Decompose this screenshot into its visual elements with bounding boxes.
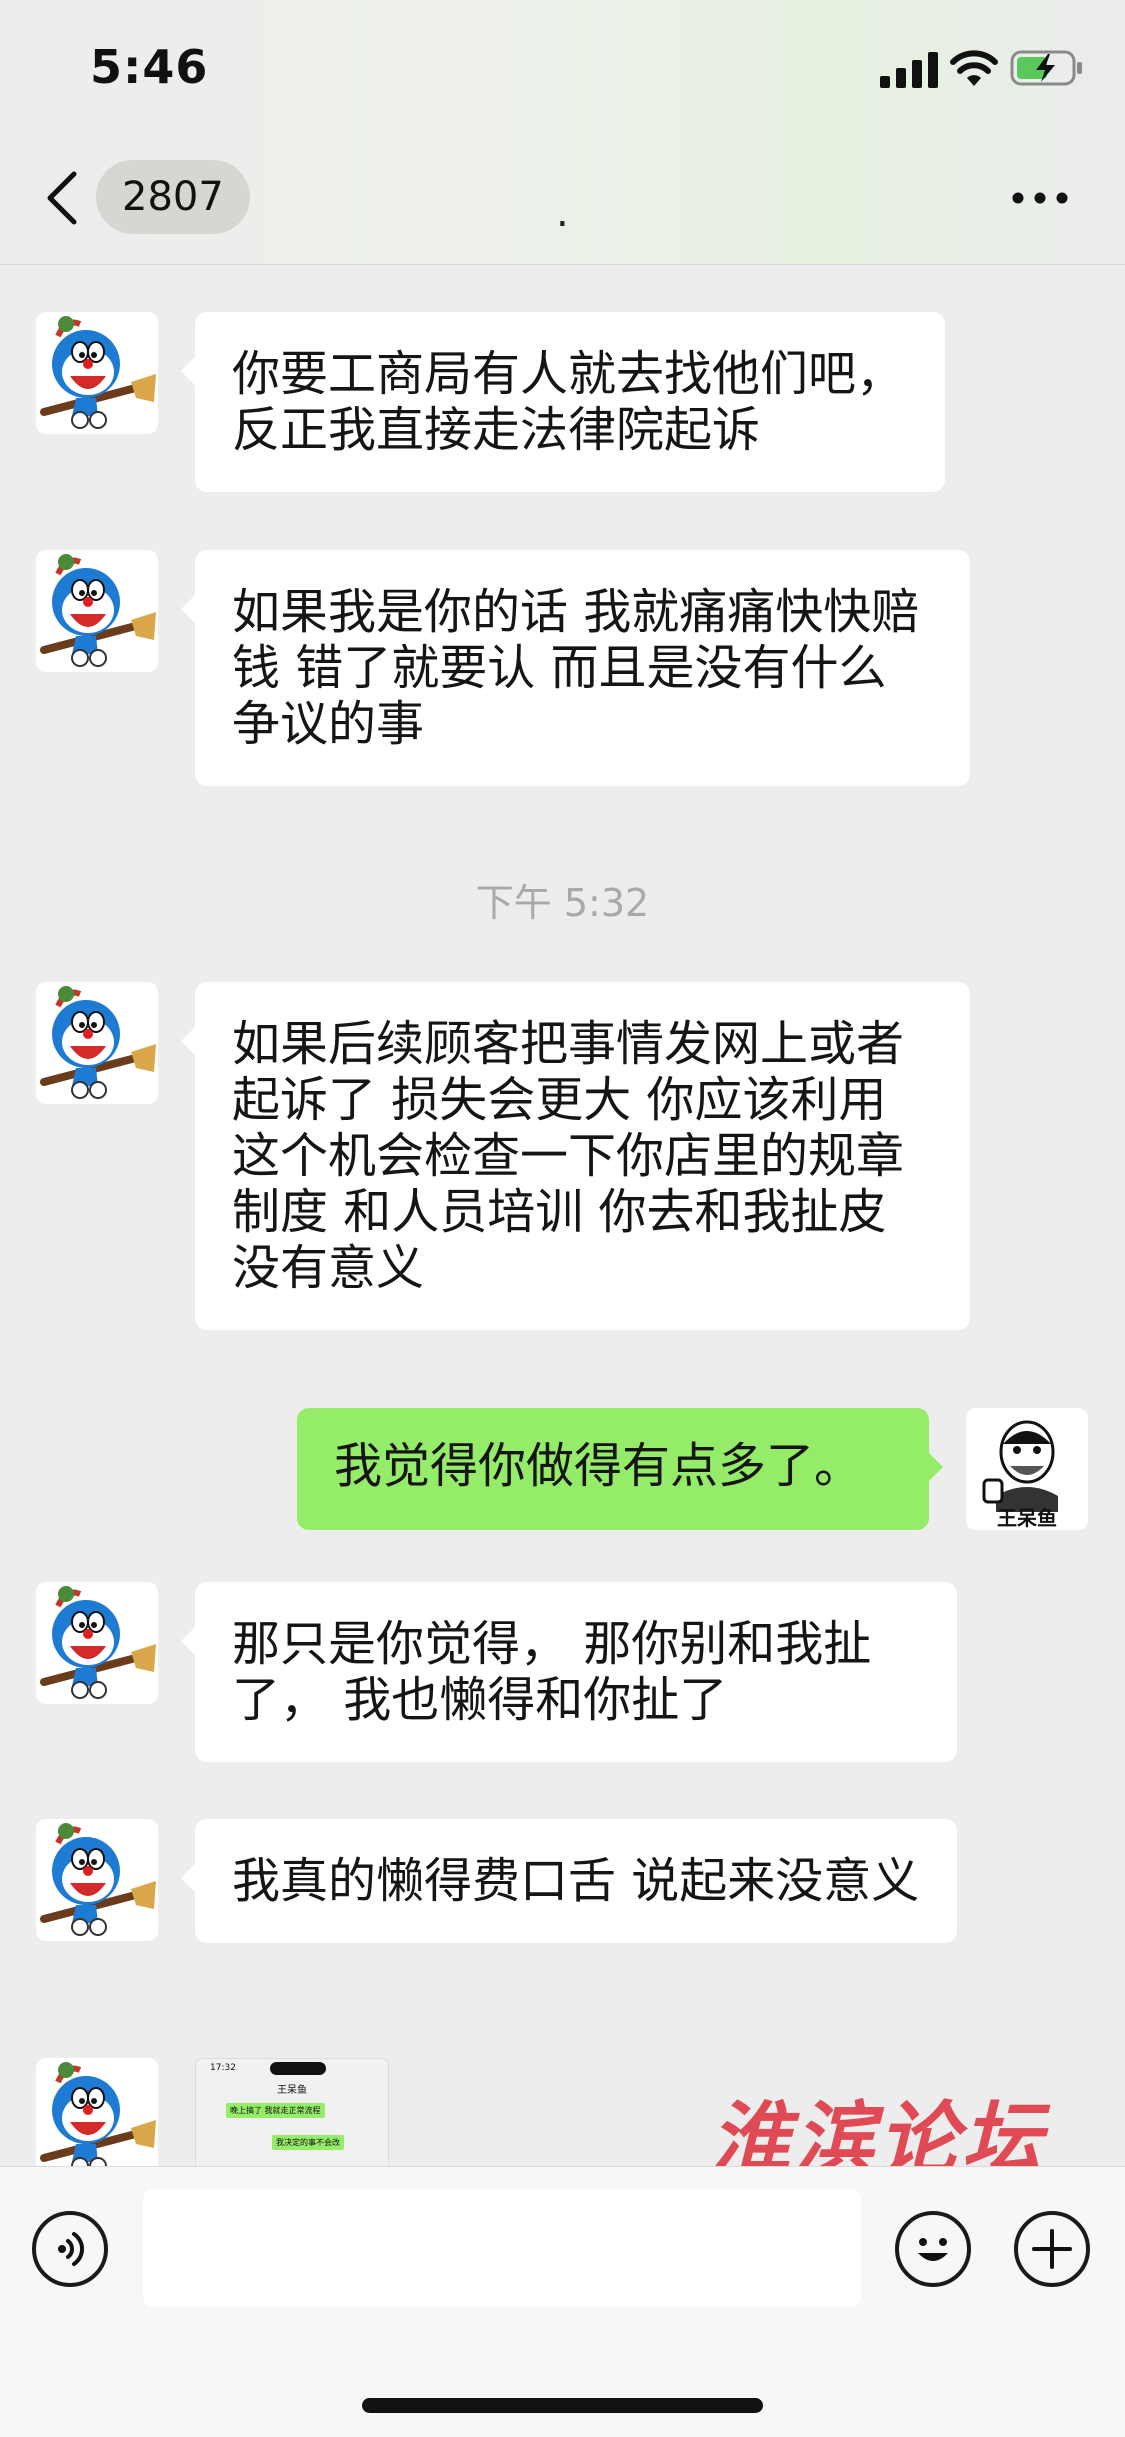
message-bubble: 如果我是你的话 我就痛痛快快赔钱 错了就要认 而且是没有什么争议的事 xyxy=(181,550,970,786)
chat-title: . xyxy=(556,190,569,236)
contact-avatar[interactable] xyxy=(36,982,158,1104)
message-bubble: 我真的懒得费口舌 说起来没意义 xyxy=(181,1819,957,1943)
more-functions-button[interactable] xyxy=(1014,2211,1090,2287)
header: 5:46 2807 . xyxy=(0,0,1125,265)
battery-charging-icon xyxy=(1010,50,1082,86)
message-timestamp: 下午 5:32 xyxy=(475,881,650,925)
my-avatar-label: 王呆鱼 xyxy=(997,1506,1057,1530)
thumbnail-bubble: 我决定的事不会改 xyxy=(272,2135,344,2150)
signal-icon xyxy=(880,52,938,88)
status-time: 5:46 xyxy=(90,40,209,94)
message-bubble: 如果后续顾客把事情发网上或者起诉了 损失会更大 你应该利用这个机会检查一下你店里… xyxy=(181,982,970,1330)
message-input[interactable] xyxy=(143,2189,861,2307)
wifi-icon xyxy=(950,50,998,86)
thumbnail-island xyxy=(270,2062,326,2075)
message-bubble: 你要工商局有人就去找他们吧，反正我直接走法律院起诉 xyxy=(181,312,945,492)
unread-count-badge[interactable]: 2807 xyxy=(96,160,250,234)
voice-icon xyxy=(58,2232,84,2266)
voice-input-button[interactable] xyxy=(32,2211,108,2287)
my-message-bubble: 我觉得你做得有点多了。 xyxy=(297,1408,943,1530)
thumbnail-title: 王呆鱼 xyxy=(277,2085,307,2096)
contact-avatar[interactable] xyxy=(36,2058,158,2180)
contact-avatar[interactable] xyxy=(36,1819,158,1941)
contact-avatar[interactable] xyxy=(36,550,158,672)
smiley-icon xyxy=(918,2238,948,2261)
emoji-button[interactable] xyxy=(895,2211,971,2287)
back-arrow-icon[interactable] xyxy=(44,170,80,226)
home-indicator xyxy=(362,2398,763,2413)
image-message-thumbnail[interactable]: 17:32 王呆鱼 晚上搞了 我就走正常流程 我决定的事不会改 xyxy=(195,2058,389,2170)
thumbnail-time: 17:32 xyxy=(210,2063,236,2073)
thumbnail-bubble: 晚上搞了 我就走正常流程 xyxy=(226,2103,325,2118)
message-bubble: 那只是你觉得， 那你别和我扯了， 我也懒得和你扯了 xyxy=(181,1582,957,1762)
more-options-icon[interactable] xyxy=(1010,190,1070,206)
plus-icon xyxy=(1032,2229,1072,2269)
my-avatar[interactable]: 王呆鱼 xyxy=(966,1408,1088,1530)
contact-avatar[interactable] xyxy=(36,312,158,434)
contact-avatar[interactable] xyxy=(36,1582,158,1704)
